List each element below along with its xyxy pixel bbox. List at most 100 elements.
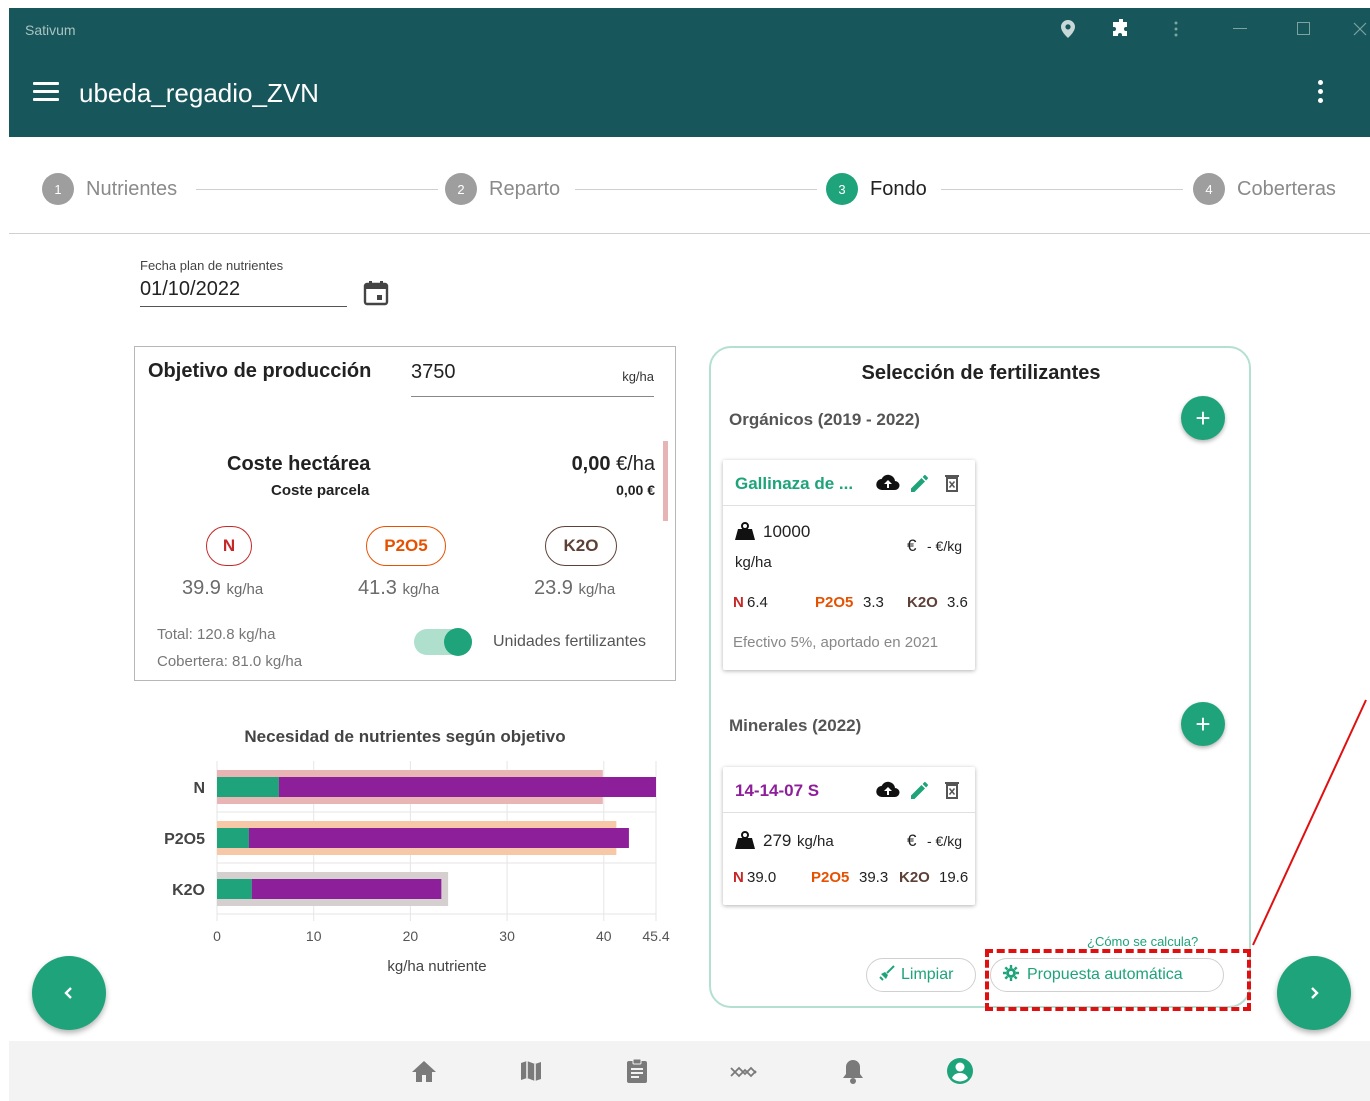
amount-value: 279 <box>763 831 792 850</box>
notification-bell-icon[interactable] <box>836 1054 870 1088</box>
price-icon: € <box>907 536 917 555</box>
nutrient-number: 39.9 <box>182 577 221 599</box>
k-label: K2O <box>907 594 938 611</box>
n-value: 6.4 <box>747 594 768 611</box>
fertilizer-units-toggle[interactable] <box>414 627 472 656</box>
p-value: 39.3 <box>859 869 889 886</box>
hamburger-menu-icon[interactable] <box>33 82 59 104</box>
x-tick-label: 45.4 <box>642 928 669 944</box>
clipboard-icon[interactable] <box>620 1054 654 1088</box>
home-icon[interactable] <box>407 1054 441 1088</box>
delete-icon[interactable] <box>939 777 965 803</box>
puzzle-extension-icon[interactable] <box>1110 18 1132 40</box>
k-label: K2O <box>899 869 930 886</box>
minimize-icon[interactable] <box>1229 18 1251 40</box>
x-tick-label: 30 <box>499 928 515 944</box>
stepper: 1 Nutrientes 2 Reparto 3 Fondo 4 Coberte… <box>9 137 1370 234</box>
location-pin-icon[interactable] <box>1057 18 1079 40</box>
more-options-icon[interactable] <box>1315 80 1325 110</box>
amount-value: 10000 <box>763 522 811 541</box>
fertilizer-selection-panel: Selección de fertilizantes Orgánicos (20… <box>709 346 1251 1008</box>
step-fondo[interactable]: 3 Fondo <box>826 173 927 205</box>
trend-chart-icon[interactable] <box>727 1054 761 1088</box>
cobertera-label: Cobertera: 81.0 kg/ha <box>157 653 303 670</box>
account-circle-icon[interactable] <box>943 1054 977 1088</box>
cloud-upload-icon[interactable] <box>875 777 901 803</box>
step-connector <box>196 189 438 190</box>
app-bar: ubeda_regadio_ZVN <box>9 52 1370 137</box>
chart-title: Necesidad de nutrientes según objetivo <box>244 727 566 746</box>
clear-button[interactable]: Limpiar <box>866 958 976 992</box>
step-label: Nutrientes <box>86 177 178 200</box>
app-name: Sativum <box>25 22 76 38</box>
nutrient-number: 23.9 <box>534 577 573 599</box>
nutrient-badge-p2o5: P2O5 <box>366 526 446 566</box>
scrollbar[interactable] <box>663 441 668 521</box>
delete-icon[interactable] <box>939 470 965 496</box>
step-connector <box>575 189 817 190</box>
date-input[interactable]: 01/10/2022 <box>140 278 347 307</box>
maximize-icon[interactable] <box>1293 18 1315 40</box>
k-value: 19.6 <box>939 869 969 886</box>
mineral-section-title: Minerales (2022) <box>729 716 862 735</box>
mineral-fertilizer-card[interactable]: 14-14-07 S 279 kg/ha € - €/kg N 39.0 P2O… <box>723 767 975 905</box>
category-label: P2O5 <box>164 831 205 848</box>
nutrient-unit: kg/ha <box>226 581 264 598</box>
p-label: P2O5 <box>815 594 854 611</box>
more-vert-icon[interactable] <box>1165 18 1187 40</box>
next-button[interactable] <box>1277 956 1351 1030</box>
step-label: Reparto <box>489 177 561 200</box>
nutrient-unit: kg/ha <box>402 581 440 598</box>
bar-mineral <box>251 879 442 899</box>
previous-button[interactable] <box>32 956 106 1030</box>
broom-icon <box>879 964 895 986</box>
plus-icon: + <box>1195 708 1211 739</box>
x-tick-label: 0 <box>213 928 221 944</box>
p-label: P2O5 <box>811 869 850 886</box>
add-organic-button[interactable]: + <box>1181 396 1225 440</box>
amount-unit: kg/ha <box>735 554 772 571</box>
objective-value: 3750 <box>411 361 456 383</box>
n-value: 39.0 <box>747 869 777 886</box>
how-calculated-link[interactable]: ¿Cómo se calcula? <box>1087 934 1198 949</box>
step-nutrientes[interactable]: 1 Nutrientes <box>42 173 177 205</box>
cost-hectare-number: 0,00 <box>571 453 611 475</box>
bar-organic <box>217 828 249 848</box>
step-label: Fondo <box>870 177 927 200</box>
nutrient-value-n: 39.9 kg/ha <box>182 577 263 600</box>
nutrient-number: 41.3 <box>358 577 397 599</box>
cloud-upload-icon[interactable] <box>875 470 901 496</box>
add-mineral-button[interactable]: + <box>1181 702 1225 746</box>
edit-pencil-icon[interactable] <box>907 470 933 496</box>
objective-input[interactable]: 3750 kg/ha <box>411 361 654 397</box>
x-tick-label: 10 <box>306 928 322 944</box>
nutrient-badge-k2o: K2O <box>545 526 617 566</box>
step-number: 2 <box>445 173 477 205</box>
step-reparto[interactable]: 2 Reparto <box>445 173 560 205</box>
k-value: 3.6 <box>947 594 968 611</box>
category-label: N <box>193 780 205 797</box>
cost-parcel-value: 0,00 € <box>616 482 655 498</box>
bar-mineral <box>248 828 629 848</box>
close-icon[interactable] <box>1349 18 1370 40</box>
edit-pencil-icon[interactable] <box>907 777 933 803</box>
step-number: 3 <box>826 173 858 205</box>
price-value: - €/kg <box>927 833 963 849</box>
fertilizer-name: 14-14-07 S <box>735 781 820 800</box>
category-label: K2O <box>172 882 205 899</box>
nutrient-value-k2o: 23.9 kg/ha <box>534 577 615 600</box>
step-label: Coberteras <box>1237 177 1336 200</box>
objective-unit: kg/ha <box>622 369 654 384</box>
n-label: N <box>733 869 744 886</box>
card-header: Gallinaza de ... <box>723 460 975 506</box>
x-axis-label: kg/ha nutriente <box>387 958 486 975</box>
step-number: 1 <box>42 173 74 205</box>
p-value: 3.3 <box>863 594 884 611</box>
step-coberteras[interactable]: 4 Coberteras <box>1193 173 1336 205</box>
total-label: Total: 120.8 kg/ha <box>157 626 276 643</box>
step-number: 4 <box>1193 173 1225 205</box>
weight-icon <box>735 522 755 545</box>
calendar-icon[interactable] <box>363 280 389 306</box>
map-icon[interactable] <box>514 1054 548 1088</box>
organic-fertilizer-card[interactable]: Gallinaza de ... 10000 kg/ha € - €/kg N … <box>723 460 975 670</box>
